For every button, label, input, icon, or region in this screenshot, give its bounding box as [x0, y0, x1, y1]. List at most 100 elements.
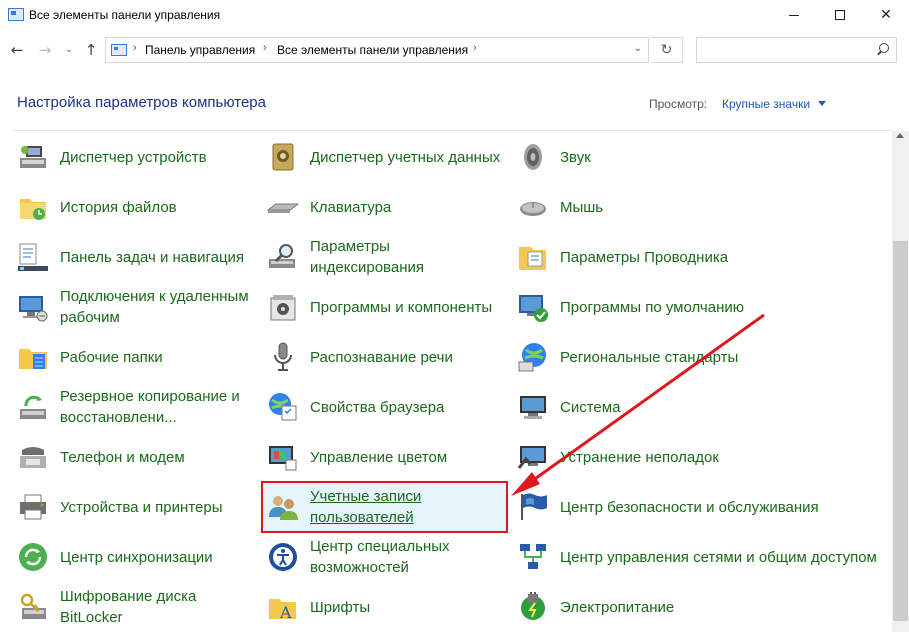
- item-user-accounts[interactable]: Учетные записи пользователей: [266, 483, 506, 531]
- item-explorer-options[interactable]: Параметры Проводника: [516, 233, 886, 281]
- keyboard-icon: [266, 203, 300, 213]
- item-sync-center[interactable]: Центр синхронизации: [16, 533, 256, 581]
- item-sound[interactable]: Звук: [516, 133, 886, 181]
- navigation-bar: ← → ⌄ ↑ › Панель управления › Все элемен…: [0, 30, 909, 70]
- item-label: Звук: [560, 148, 591, 166]
- view-mode-dropdown[interactable]: Крупные значки: [722, 97, 810, 111]
- item-label: Система: [560, 398, 621, 416]
- speaker-icon: [524, 144, 542, 170]
- item-speech-recognition[interactable]: Распознавание речи: [266, 333, 506, 381]
- item-label: Диспетчер устройств: [60, 148, 207, 166]
- item-default-programs[interactable]: Программы по умолчанию: [516, 283, 886, 331]
- breadcrumb-all-items[interactable]: Все элементы панели управления: [277, 43, 468, 57]
- item-mouse[interactable]: Мышь: [516, 183, 886, 231]
- item-label: Учетные записи пользователей: [310, 488, 422, 526]
- item-bitlocker[interactable]: Шифрование диска BitLocker: [16, 583, 256, 631]
- fonts-icon: A: [269, 599, 296, 622]
- item-color-management[interactable]: Управление цветом: [266, 433, 506, 481]
- item-remote-desktop[interactable]: Подключения к удаленным рабочим: [16, 283, 256, 331]
- item-work-folders[interactable]: Рабочие папки: [16, 333, 256, 381]
- minimize-button[interactable]: [771, 0, 817, 30]
- item-label: Программы и компоненты: [310, 298, 493, 316]
- forward-button[interactable]: →: [34, 40, 56, 60]
- item-label: Мышь: [560, 198, 604, 216]
- item-taskbar[interactable]: Панель задач и навигация: [16, 233, 256, 281]
- item-troubleshooting[interactable]: Устранение неполадок: [516, 433, 886, 481]
- item-label: Центр управления сетями и общим доступом: [560, 548, 877, 566]
- close-icon: ✕: [880, 7, 892, 23]
- item-label: Электропитание: [560, 598, 675, 616]
- item-backup[interactable]: Резервное копирование и восстановлени...: [16, 383, 256, 431]
- item-label: Панель задач и навигация: [60, 248, 245, 266]
- item-label: Резервное копирование и восстановлени...: [60, 388, 240, 426]
- item-file-history[interactable]: История файлов: [16, 183, 256, 231]
- item-label: Управление цветом: [310, 448, 448, 466]
- item-label: Рабочие папки: [60, 348, 163, 366]
- mouse-icon: [520, 202, 546, 216]
- window-title: Все элементы панели управления: [29, 8, 221, 22]
- maximize-icon: [835, 10, 845, 20]
- maximize-button[interactable]: [817, 0, 863, 30]
- item-label: Свойства браузера: [310, 398, 445, 416]
- chevron-down-icon[interactable]: ⌄: [634, 43, 642, 54]
- item-system[interactable]: Система: [516, 383, 886, 431]
- control-panel-icon: [8, 8, 24, 21]
- accessibility-icon: [269, 543, 297, 571]
- default-programs-icon: [519, 295, 548, 322]
- item-fonts[interactable]: A Шрифты: [266, 583, 506, 631]
- item-network-center[interactable]: Центр управления сетями и общим доступом: [516, 533, 886, 581]
- item-power-options[interactable]: Электропитание: [516, 583, 886, 631]
- search-input[interactable]: [696, 37, 897, 63]
- item-label: Устранение неполадок: [560, 448, 719, 466]
- divider: [12, 130, 892, 131]
- remote-desktop-icon: [19, 296, 48, 322]
- item-security-center[interactable]: Центр безопасности и обслуживания: [516, 483, 886, 531]
- address-bar[interactable]: › Панель управления › Все элементы панел…: [105, 37, 649, 63]
- indexing-icon: [269, 244, 295, 268]
- scroll-up-icon[interactable]: [896, 133, 904, 138]
- sync-center-icon: [19, 543, 47, 571]
- item-region[interactable]: Региональные стандарты: [516, 333, 886, 381]
- item-label: Подключения к удаленным рабочим: [60, 288, 249, 326]
- security-flag-icon: [521, 493, 547, 520]
- item-label: Телефон и модем: [60, 448, 185, 466]
- item-label: Центр безопасности и обслуживания: [560, 498, 819, 516]
- chevron-down-icon[interactable]: [818, 101, 826, 106]
- chevron-right-icon[interactable]: ›: [133, 42, 137, 54]
- back-button[interactable]: ←: [6, 40, 28, 60]
- up-button[interactable]: ↑: [80, 40, 102, 60]
- item-internet-options[interactable]: Свойства браузера: [266, 383, 506, 431]
- view-label: Просмотр:: [649, 97, 708, 111]
- item-devices-printers[interactable]: Устройства и принтеры: [16, 483, 256, 531]
- recent-locations-button[interactable]: ⌄: [62, 40, 76, 60]
- item-device-manager[interactable]: Диспетчер устройств: [16, 133, 256, 181]
- search-icon[interactable]: [876, 42, 890, 58]
- chevron-right-icon[interactable]: ›: [473, 42, 477, 54]
- scrollbar-thumb[interactable]: [893, 241, 908, 621]
- item-indexing[interactable]: Параметры индексирования: [266, 233, 506, 281]
- color-management-icon: [269, 446, 297, 471]
- network-icon: [520, 544, 546, 569]
- chevron-right-icon[interactable]: ›: [263, 42, 267, 54]
- item-label: Программы по умолчанию: [560, 298, 744, 316]
- item-phone-modem[interactable]: Телефон и модем: [16, 433, 256, 481]
- breadcrumb-control-panel[interactable]: Панель управления: [145, 43, 255, 57]
- item-keyboard[interactable]: Клавиатура: [266, 183, 506, 231]
- bitlocker-icon: [20, 593, 46, 619]
- item-credential-manager[interactable]: Диспетчер учетных данных: [266, 133, 506, 181]
- svg-text:A: A: [279, 603, 292, 622]
- programs-icon: [270, 295, 296, 321]
- item-label: Центр синхронизации: [60, 548, 213, 566]
- minimize-icon: [789, 14, 799, 16]
- refresh-button[interactable]: ↻: [651, 37, 683, 63]
- close-button[interactable]: ✕: [863, 0, 909, 30]
- item-label: Параметры Проводника: [560, 248, 729, 266]
- credential-manager-icon: [272, 143, 294, 171]
- item-programs[interactable]: Программы и компоненты: [266, 283, 506, 331]
- item-label: История файлов: [60, 198, 177, 216]
- item-accessibility[interactable]: Центр специальных возможностей: [266, 533, 506, 581]
- microphone-icon: [274, 342, 292, 371]
- file-history-icon: [20, 199, 46, 220]
- item-label: Параметры индексирования: [310, 238, 424, 276]
- item-label: Центр специальных возможностей: [310, 538, 450, 576]
